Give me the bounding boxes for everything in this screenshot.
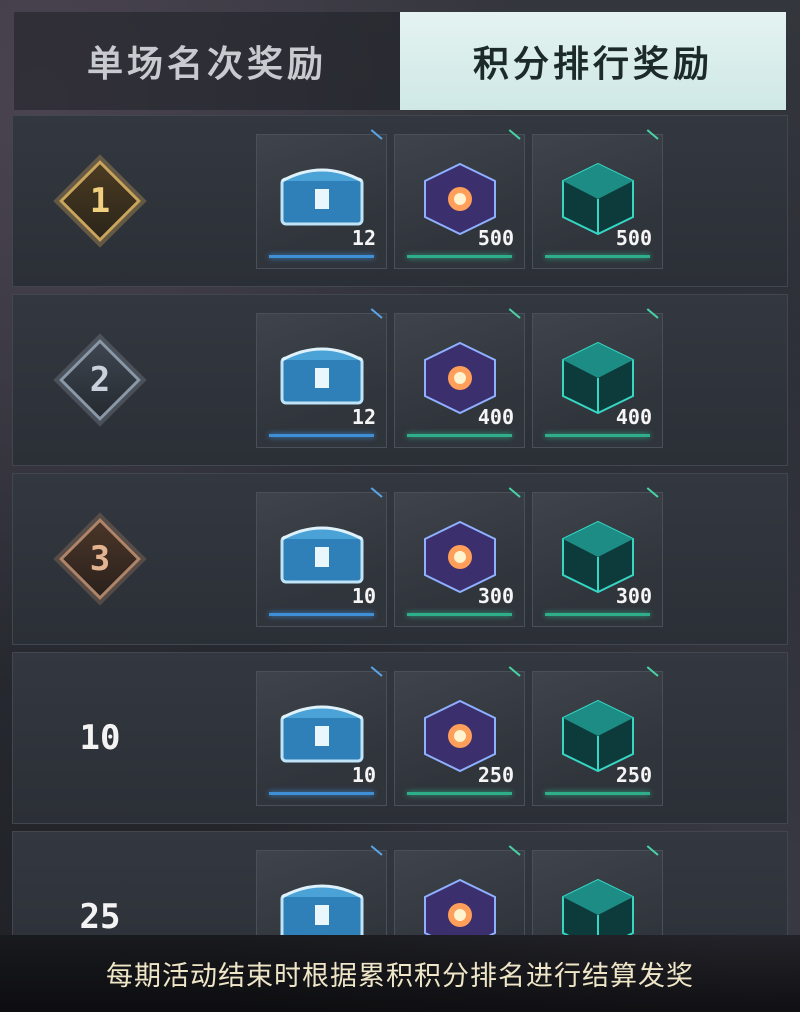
reward-item-chest[interactable]: 12 — [256, 129, 387, 269]
blue-chest-icon — [280, 526, 364, 584]
item-quantity: 10 — [351, 584, 376, 608]
rank-badge: 1 — [53, 154, 147, 248]
tab-bar: 单场名次奖励 积分排行奖励 — [14, 12, 786, 110]
reward-item-teal-cube[interactable]: 250 — [532, 666, 663, 806]
reward-item-teal-cube[interactable]: 300 — [532, 487, 663, 627]
item-quantity: 12 — [351, 226, 376, 250]
rank-badge: 25 — [53, 870, 147, 935]
rank-number: 10 — [79, 718, 121, 758]
item-quantity: 10 — [351, 763, 376, 787]
rank-badge: 2 — [53, 333, 147, 427]
reward-item-chest[interactable] — [256, 845, 387, 935]
rank-number: 25 — [79, 897, 121, 935]
rank-number: 2 — [89, 360, 111, 400]
item-quantity: 400 — [615, 405, 652, 429]
reward-item-chest[interactable]: 12 — [256, 308, 387, 448]
energy-cube-icon — [424, 878, 496, 935]
footer-note: 每期活动结束时根据累积积分排名进行结算发奖 — [0, 935, 800, 1012]
reward-row: 10 10 250 250 — [12, 652, 788, 824]
reward-list[interactable]: 1 12 500 500 2 12 400 400 3 10 300 300 1… — [12, 115, 788, 935]
item-quantity: 400 — [477, 405, 514, 429]
blue-chest-icon — [280, 884, 364, 935]
teal-cube-icon — [562, 878, 634, 935]
tab-points-ranking-rewards[interactable]: 积分排行奖励 — [400, 12, 786, 110]
reward-item-teal-cube[interactable] — [532, 845, 663, 935]
reward-row: 25 — [12, 831, 788, 935]
reward-row: 3 10 300 300 — [12, 473, 788, 645]
item-quantity: 500 — [615, 226, 652, 250]
reward-item-energy-cube[interactable] — [394, 845, 525, 935]
reward-item-chest[interactable]: 10 — [256, 666, 387, 806]
item-quantity: 300 — [615, 584, 652, 608]
tab-single-match-rewards[interactable]: 单场名次奖励 — [14, 12, 400, 110]
reward-item-energy-cube[interactable]: 400 — [394, 308, 525, 448]
blue-chest-icon — [280, 347, 364, 405]
blue-chest-icon — [280, 168, 364, 226]
item-quantity: 250 — [615, 763, 652, 787]
rank-number: 1 — [89, 181, 111, 221]
reward-item-energy-cube[interactable]: 500 — [394, 129, 525, 269]
item-quantity: 12 — [351, 405, 376, 429]
reward-row: 1 12 500 500 — [12, 115, 788, 287]
rank-number: 3 — [89, 539, 111, 579]
rank-badge: 3 — [53, 512, 147, 606]
reward-item-energy-cube[interactable]: 250 — [394, 666, 525, 806]
item-quantity: 500 — [477, 226, 514, 250]
reward-item-chest[interactable]: 10 — [256, 487, 387, 627]
rank-badge: 10 — [53, 691, 147, 785]
reward-item-teal-cube[interactable]: 400 — [532, 308, 663, 448]
reward-row: 2 12 400 400 — [12, 294, 788, 466]
item-quantity: 250 — [477, 763, 514, 787]
reward-item-teal-cube[interactable]: 500 — [532, 129, 663, 269]
footer-text: 每期活动结束时根据累积积分排名进行结算发奖 — [106, 961, 694, 992]
blue-chest-icon — [280, 705, 364, 763]
item-quantity: 300 — [477, 584, 514, 608]
reward-item-energy-cube[interactable]: 300 — [394, 487, 525, 627]
